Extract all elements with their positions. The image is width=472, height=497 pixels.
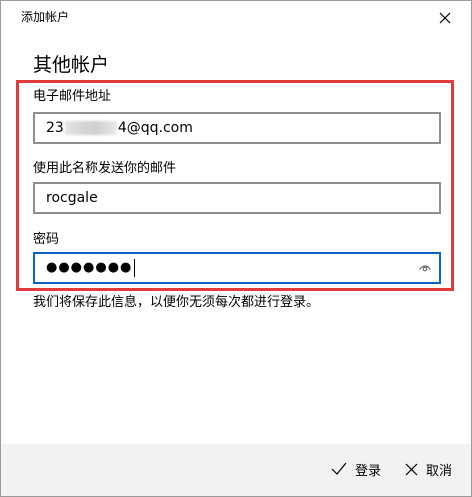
eye-icon <box>419 265 431 272</box>
window-title: 添加帐户 <box>21 10 70 24</box>
add-account-dialog: 添加帐户 其他帐户 电子邮件地址 23 4@qq.com 使用此名称发送你的邮件 … <box>0 0 472 497</box>
close-button[interactable] <box>431 5 459 31</box>
cancel-button[interactable]: 取消 <box>405 458 452 480</box>
sender-name-field[interactable]: rocgale <box>33 182 441 214</box>
sign-in-label: 登录 <box>355 463 382 479</box>
close-icon <box>439 12 451 24</box>
password-field[interactable]: ●●●●●●● <box>33 252 441 284</box>
checkmark-icon <box>331 462 347 476</box>
cancel-x-icon <box>405 463 418 476</box>
sender-name-label: 使用此名称发送你的邮件 <box>33 161 177 176</box>
page-title: 其他帐户 <box>33 54 110 76</box>
dialog-footer: 登录 取消 <box>1 444 471 496</box>
email-label: 电子邮件地址 <box>33 89 112 104</box>
password-label: 密码 <box>33 232 60 247</box>
sign-in-button[interactable]: 登录 <box>331 458 381 480</box>
email-value-prefix: 23 <box>46 120 64 136</box>
email-field[interactable]: 23 4@qq.com <box>33 112 441 144</box>
cancel-label: 取消 <box>426 463 453 479</box>
text-caret <box>134 259 136 277</box>
email-redaction-mask <box>64 121 117 135</box>
reveal-password-button[interactable] <box>417 260 433 276</box>
save-info-text: 我们将保存此信息，以便你无须每次都进行登录。 <box>33 295 320 310</box>
title-bar: 添加帐户 <box>1 1 471 33</box>
email-value-suffix: 4@qq.com <box>117 120 193 136</box>
password-masked-value: ●●●●●●● <box>46 260 133 275</box>
sender-name-value: rocgale <box>46 190 98 206</box>
